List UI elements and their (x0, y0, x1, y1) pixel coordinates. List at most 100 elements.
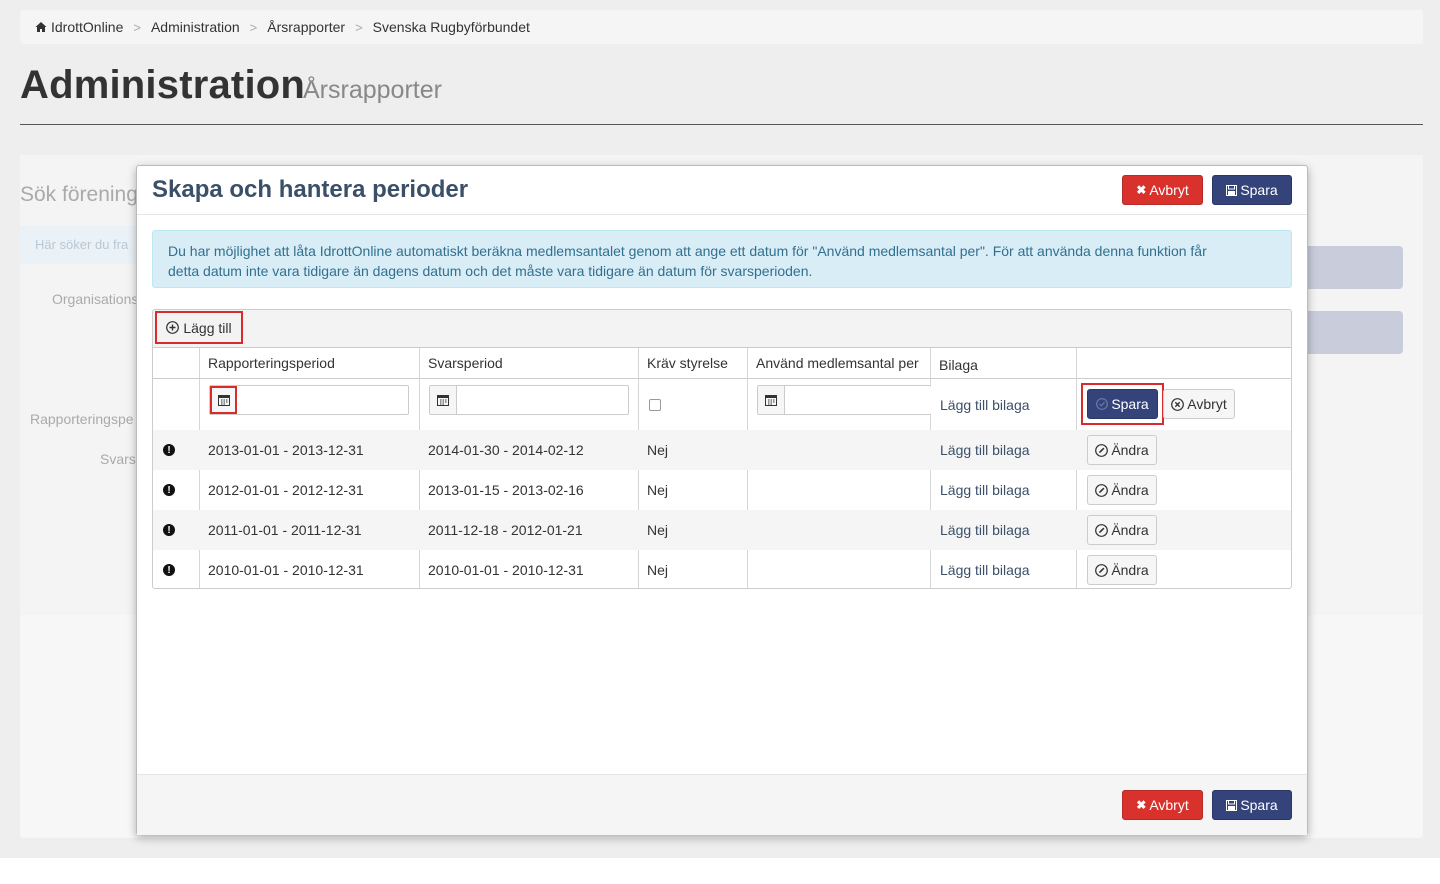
modal-footer: ✖ Avbryt Spara (137, 774, 1307, 835)
plus-circle-icon (166, 321, 180, 334)
save-button-label: Spara (1240, 182, 1278, 198)
reply-period-calendar-button[interactable] (430, 386, 457, 414)
exclamation-icon: ! (163, 564, 175, 576)
home-icon (35, 22, 47, 32)
grid-toolbar: Lägg till (153, 310, 1291, 348)
save-row-button[interactable]: Spara (1087, 389, 1158, 419)
reply-period-cell: 2011-12-18 - 2012-01-21 (428, 522, 583, 538)
cancel-button-label: Avbryt (1149, 182, 1189, 198)
require-board-cell: Nej (647, 522, 669, 538)
save-button[interactable]: Spara (1212, 175, 1292, 205)
reporting-period-calendar-button[interactable] (210, 386, 237, 414)
footer-save-label: Spara (1240, 797, 1278, 813)
reporting-period-cell: 2011-01-01 - 2011-12-31 (208, 522, 362, 538)
search-hint: Här söker du fra (20, 226, 140, 264)
edit-icon (1095, 523, 1109, 537)
edit-icon (1095, 563, 1109, 577)
page-title: Administration (20, 63, 306, 107)
edit-icon (1095, 483, 1109, 497)
edit-button[interactable]: Ändra (1087, 475, 1157, 505)
modal-header: Skapa och hantera perioder ✖ Avbryt Spar… (137, 166, 1307, 215)
member-count-calendar-button[interactable] (758, 386, 785, 414)
floppy-icon (1226, 799, 1238, 811)
calendar-icon (765, 395, 777, 406)
edit-button-label: Ändra (1111, 482, 1149, 498)
require-board-cell: Nej (647, 562, 669, 578)
column-header-member-count-date[interactable]: Använd medlemsantal per (748, 348, 930, 379)
add-attachment-link[interactable]: Lägg till bilaga (940, 562, 1030, 578)
table-row: ! 2012-01-01 - 2012-12-31 2013-01-15 - 2… (153, 470, 1291, 510)
exclamation-icon: ! (163, 524, 175, 536)
organisation-label: Organisations (52, 291, 139, 307)
add-period-button[interactable]: Lägg till (155, 311, 243, 344)
require-board-cell: Nej (647, 482, 669, 498)
add-attachment-link[interactable]: Lägg till bilaga (940, 442, 1030, 458)
page-header: Administration Årsrapporter (20, 58, 1423, 125)
require-board-checkbox[interactable] (649, 399, 661, 411)
modal-title: Skapa och hantera perioder (152, 176, 469, 203)
cancel-circle-icon (1171, 397, 1185, 411)
info-text-line-2: detta datum inte vara tidigare än dagens… (168, 263, 813, 279)
edit-button[interactable]: Ändra (1087, 555, 1157, 585)
add-attachment-link[interactable]: Lägg till bilaga (940, 397, 1030, 413)
close-icon: ✖ (1136, 183, 1147, 197)
breadcrumb: IdrottOnline > Administration > Årsrappo… (20, 10, 1423, 44)
member-count-date-input[interactable] (757, 385, 931, 415)
calendar-icon (437, 395, 449, 406)
reply-label: Svars (100, 451, 136, 467)
page-subtitle: Årsrapporter (303, 76, 442, 104)
add-attachment-link[interactable]: Lägg till bilaga (940, 522, 1030, 538)
breadcrumb-item-home[interactable]: IdrottOnline (51, 19, 123, 35)
edit-button-label: Ändra (1111, 442, 1149, 458)
exclamation-icon: ! (163, 444, 175, 456)
edit-button[interactable]: Ändra (1087, 435, 1157, 465)
column-header-attachment[interactable]: Bilaga (931, 348, 1076, 379)
table-row: ! 2013-01-01 - 2013-12-31 2014-01-30 - 2… (153, 430, 1291, 470)
background-button (1300, 246, 1403, 289)
breadcrumb-item-current: Svenska Rugbyförbundet (372, 19, 530, 35)
reporting-period-input[interactable] (209, 385, 409, 415)
column-header-reply-period[interactable]: Svarsperiod (420, 348, 638, 379)
info-text-line-1: Du har möjlighet att låta IdrottOnline a… (168, 243, 1207, 259)
reporting-period-cell: 2010-01-01 - 2010-12-31 (208, 562, 364, 578)
footer-cancel-label: Avbryt (1149, 797, 1189, 813)
add-attachment-link[interactable]: Lägg till bilaga (940, 482, 1030, 498)
breadcrumb-separator: > (133, 19, 141, 35)
floppy-icon (1226, 184, 1238, 196)
column-header-status (153, 348, 200, 379)
column-header-actions (1077, 348, 1291, 379)
edit-button-label: Ändra (1111, 562, 1149, 578)
background-button (1300, 311, 1403, 354)
breadcrumb-separator: > (249, 19, 258, 35)
info-alert: Du har möjlighet att låta IdrottOnline a… (152, 230, 1292, 288)
column-header-reporting-period[interactable]: Rapporteringsperiod (200, 348, 419, 379)
footer-cancel-button[interactable]: ✖ Avbryt (1122, 790, 1203, 820)
breadcrumb-item-administration[interactable]: Administration (151, 19, 240, 35)
reply-period-cell: 2014-01-30 - 2014-02-12 (428, 442, 584, 458)
breadcrumb-item-arsrapporter[interactable]: Årsrapporter (267, 19, 345, 35)
reporting-period-cell: 2013-01-01 - 2013-12-31 (208, 442, 364, 458)
check-circle-icon (1096, 398, 1109, 410)
exclamation-icon: ! (163, 484, 175, 496)
cancel-row-label: Avbryt (1187, 396, 1227, 412)
close-icon: ✖ (1136, 798, 1147, 812)
period-label: Rapporteringspe (30, 411, 134, 427)
reply-period-input[interactable] (429, 385, 629, 415)
column-header-require-board[interactable]: Kräv styrelse (639, 348, 747, 379)
cancel-button[interactable]: ✖ Avbryt (1122, 175, 1203, 205)
periods-grid: Lägg till Rapporteringsperiod Svarsperio… (152, 309, 1292, 589)
table-row: ! 2010-01-01 - 2010-12-31 2010-01-01 - 2… (153, 550, 1291, 588)
cancel-row-button[interactable]: Avbryt (1163, 389, 1235, 419)
periods-modal: Skapa och hantera perioder ✖ Avbryt Spar… (136, 165, 1308, 835)
reply-period-cell: 2013-01-15 - 2013-02-16 (428, 482, 584, 498)
footer-save-button[interactable]: Spara (1212, 790, 1292, 820)
table-row: ! 2011-01-01 - 2011-12-31 2011-12-18 - 2… (153, 510, 1291, 550)
calendar-icon (217, 395, 230, 406)
reply-period-cell: 2010-01-01 - 2010-12-31 (428, 562, 584, 578)
search-title: Sök förening (20, 183, 138, 206)
edit-button-label: Ändra (1111, 522, 1149, 538)
edit-button[interactable]: Ändra (1087, 515, 1157, 545)
breadcrumb-separator: > (355, 19, 363, 35)
require-board-cell: Nej (647, 442, 669, 458)
edit-icon (1095, 443, 1109, 457)
